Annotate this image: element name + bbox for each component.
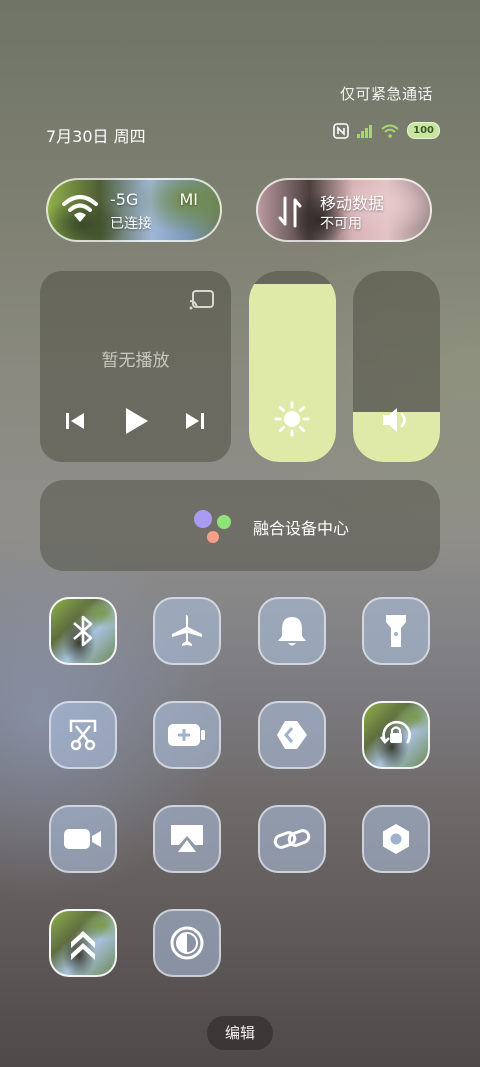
double-chevron-up-icon xyxy=(71,931,95,960)
bluetooth-icon xyxy=(73,615,93,647)
volume-slider[interactable] xyxy=(353,271,440,462)
battery-saver-toggle[interactable] xyxy=(153,701,221,769)
rotation-lock-icon xyxy=(379,720,411,744)
mobile-data-toggle[interactable]: 移动数据 不可用 xyxy=(256,178,432,242)
wifi-status: 已连接 xyxy=(110,216,152,232)
wifi-status-icon xyxy=(381,124,399,138)
bell-icon xyxy=(278,617,306,646)
wifi-toggle[interactable]: -5G MI 已连接 xyxy=(46,178,222,242)
flashlight-icon xyxy=(386,615,406,647)
play-icon[interactable] xyxy=(122,405,150,437)
wifi-name: -5G xyxy=(110,190,139,209)
screenshot-toggle[interactable] xyxy=(49,701,117,769)
contrast-toggle[interactable] xyxy=(153,909,221,977)
link-icon xyxy=(273,829,311,849)
no-playback-text: 暂无播放 xyxy=(101,351,170,371)
airplane-icon xyxy=(172,615,202,646)
flashlight-toggle[interactable] xyxy=(362,597,430,665)
fusion-label: 融合设备中心 xyxy=(253,519,350,538)
screen-cast-toggle[interactable] xyxy=(153,805,221,873)
share-toggle[interactable] xyxy=(258,701,326,769)
brightness-slider[interactable] xyxy=(249,271,336,462)
nfc-icon xyxy=(333,122,349,139)
wifi-icon xyxy=(62,195,98,222)
mobile-data-title: 移动数据 xyxy=(320,194,385,213)
signal-icon xyxy=(357,124,373,138)
battery-saver-icon xyxy=(168,724,205,746)
settings-toggle[interactable] xyxy=(362,805,430,873)
status-icons: 100 xyxy=(333,122,440,139)
performance-mode-toggle[interactable] xyxy=(49,909,117,977)
mobile-data-status: 不可用 xyxy=(320,216,362,232)
bluetooth-toggle[interactable] xyxy=(49,597,117,665)
link-toggle[interactable] xyxy=(258,805,326,873)
cast-icon[interactable] xyxy=(189,289,215,311)
sun-icon xyxy=(274,401,310,437)
share-link-icon xyxy=(277,721,307,749)
emergency-calls-only-text: 仅可紧急通话 xyxy=(339,85,433,103)
speaker-icon xyxy=(383,408,406,432)
fusion-device-center[interactable]: 融合设备中心 xyxy=(40,480,440,571)
edit-button[interactable]: 编辑 xyxy=(207,1016,273,1050)
next-icon[interactable] xyxy=(184,409,206,433)
battery-icon: 100 xyxy=(407,122,440,139)
media-player-panel[interactable]: 暂无播放 xyxy=(40,271,231,462)
settings-nut-icon xyxy=(383,824,409,854)
screenshot-scissors-icon xyxy=(69,719,97,751)
screen-cast-icon xyxy=(171,825,203,852)
ring-mode-toggle[interactable] xyxy=(258,597,326,665)
screen-record-toggle[interactable] xyxy=(49,805,117,873)
airplane-mode-toggle[interactable] xyxy=(153,597,221,665)
data-transfer-icon xyxy=(278,196,302,228)
wifi-name-suffix: MI xyxy=(179,190,198,209)
fusion-dots-icon xyxy=(194,510,231,543)
contrast-icon xyxy=(170,926,204,960)
date-label: 7月30日 周四 xyxy=(46,127,146,146)
previous-icon[interactable] xyxy=(64,409,86,433)
rotation-lock-toggle[interactable] xyxy=(362,701,430,769)
video-camera-icon xyxy=(64,829,101,849)
